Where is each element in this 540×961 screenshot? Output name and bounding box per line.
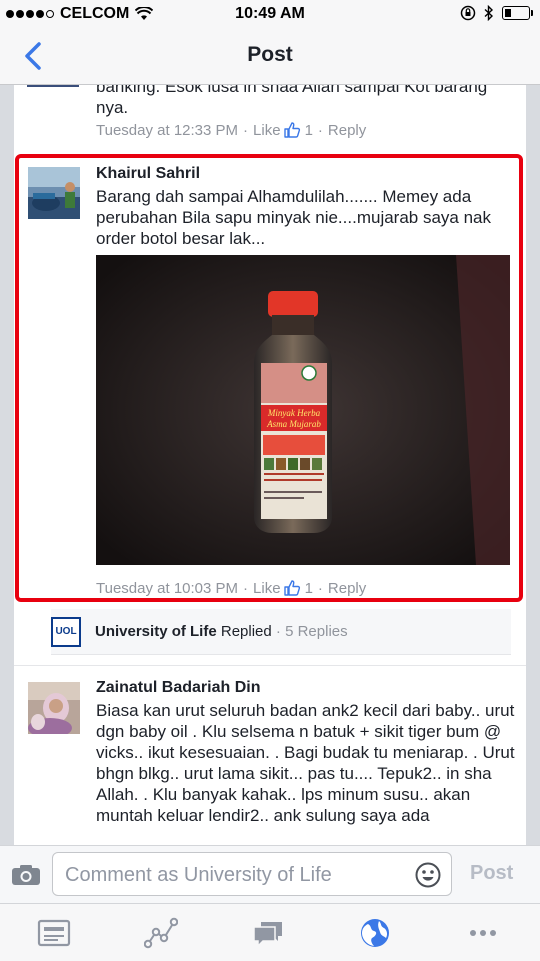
comment-input-box[interactable] xyxy=(52,852,452,896)
replier-name[interactable]: University of Life xyxy=(95,623,217,640)
like-count: 1 xyxy=(304,121,313,139)
tab-bar xyxy=(0,903,540,961)
globe-notifications-icon[interactable] xyxy=(358,916,392,950)
comment-photo[interactable]: Minyak Herba Asma Mujarab xyxy=(96,255,510,565)
bottle-brand-text: Asma Mujarab xyxy=(266,419,321,429)
timestamp: Tuesday at 12:33 PM xyxy=(96,121,239,139)
like-count: 1 xyxy=(304,579,313,597)
reply-link[interactable]: Reply xyxy=(328,122,366,139)
battery-icon xyxy=(502,6,533,20)
messages-icon[interactable] xyxy=(251,916,285,950)
comment-author[interactable]: Khairul Sahril xyxy=(96,165,200,183)
page-title: Post xyxy=(247,43,293,66)
clock: 10:49 AM xyxy=(235,5,305,22)
svg-text:UOL: UOL xyxy=(55,626,76,637)
comment-meta: Tuesday at 12:33 PM · Like 1 · Reply xyxy=(96,121,367,139)
replied-label: Replied xyxy=(220,623,272,640)
thumbs-up-icon xyxy=(283,580,300,596)
status-bar: CELCOM 10:49 AM xyxy=(0,0,540,28)
avatar[interactable] xyxy=(28,682,80,734)
like-link[interactable]: Like xyxy=(253,580,281,597)
camera-icon[interactable] xyxy=(11,864,41,886)
product-bottle-image: Minyak Herba Asma Mujarab xyxy=(96,255,510,565)
comments-feed[interactable]: banking. Esok lusa in shaa Allah sampai … xyxy=(14,85,526,845)
comment-text: Barang dah sampai Alhamdulilah....... Me… xyxy=(96,187,492,248)
comment-composer: Post xyxy=(0,845,540,904)
like-link[interactable]: Like xyxy=(253,122,281,139)
divider xyxy=(14,665,526,666)
activity-chart-icon[interactable] xyxy=(144,916,178,950)
comment-text: Biasa kan urut seluruh badan ank2 kecil … xyxy=(96,701,515,825)
reply-link[interactable]: Reply xyxy=(328,580,366,597)
post-button[interactable]: Post xyxy=(470,862,513,885)
news-feed-icon[interactable] xyxy=(37,916,71,950)
comment-input[interactable] xyxy=(63,861,407,889)
comment-previous: banking. Esok lusa in shaa Allah sampai … xyxy=(14,85,526,147)
avatar xyxy=(27,85,79,87)
timestamp: Tuesday at 10:03 PM xyxy=(96,579,239,597)
comment-text: banking. Esok lusa in shaa Allah sampai … xyxy=(96,85,488,117)
avatar[interactable] xyxy=(28,167,80,219)
nav-bar: Post xyxy=(0,28,540,85)
replies-summary-text: University of Life Replied · 5 Replies xyxy=(95,623,348,640)
rotation-lock-icon xyxy=(460,5,476,21)
bottle-brand-text: Minyak Herba xyxy=(267,408,321,418)
bluetooth-icon xyxy=(484,5,494,21)
page-avatar: UOL xyxy=(51,617,81,647)
more-icon[interactable] xyxy=(466,916,500,950)
replies-count[interactable]: 5 Replies xyxy=(285,623,348,640)
replies-summary[interactable]: UOL University of Life Replied · 5 Repli… xyxy=(51,609,511,655)
comment-author[interactable]: Zainatul Badariah Din xyxy=(96,679,260,697)
thumbs-up-icon xyxy=(283,122,300,138)
emoji-icon[interactable] xyxy=(415,862,441,888)
comment-meta: Tuesday at 10:03 PM · Like 1 · Reply xyxy=(96,579,367,597)
